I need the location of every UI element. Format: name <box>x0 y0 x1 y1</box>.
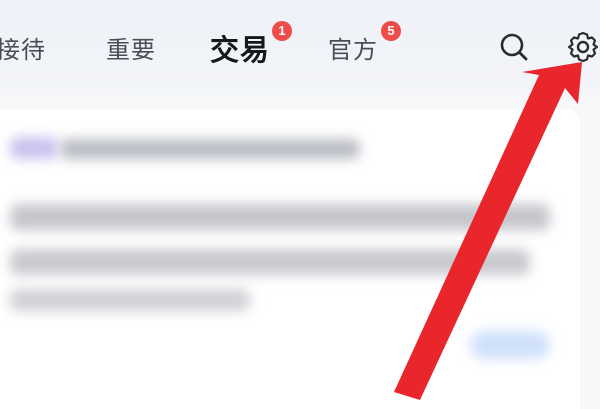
top-tab-bar: 接待 重要 交易 1 官方 5 <box>0 0 600 95</box>
blurred-text-line <box>10 289 250 311</box>
tab-guanfang[interactable]: 官方 <box>328 30 378 65</box>
tab-jiaoyi-badge: 1 <box>272 21 292 41</box>
blurred-tag <box>10 137 58 159</box>
gear-icon[interactable] <box>566 30 600 64</box>
blurred-text-line <box>10 249 530 275</box>
tab-guanfang-badge: 5 <box>381 21 401 41</box>
tab-jiaoyi[interactable]: 交易 <box>210 27 270 69</box>
blurred-text-line <box>10 204 550 230</box>
tab-zhongyao[interactable]: 重要 <box>106 30 156 65</box>
tab-jiedai[interactable]: 接待 <box>0 30 46 65</box>
app-screen: 接待 重要 交易 1 官方 5 <box>0 0 600 409</box>
blurred-message-card[interactable] <box>0 109 580 409</box>
blurred-title <box>60 139 360 159</box>
search-icon[interactable] <box>497 30 531 64</box>
blurred-action-button <box>470 331 550 359</box>
message-list <box>0 95 600 409</box>
